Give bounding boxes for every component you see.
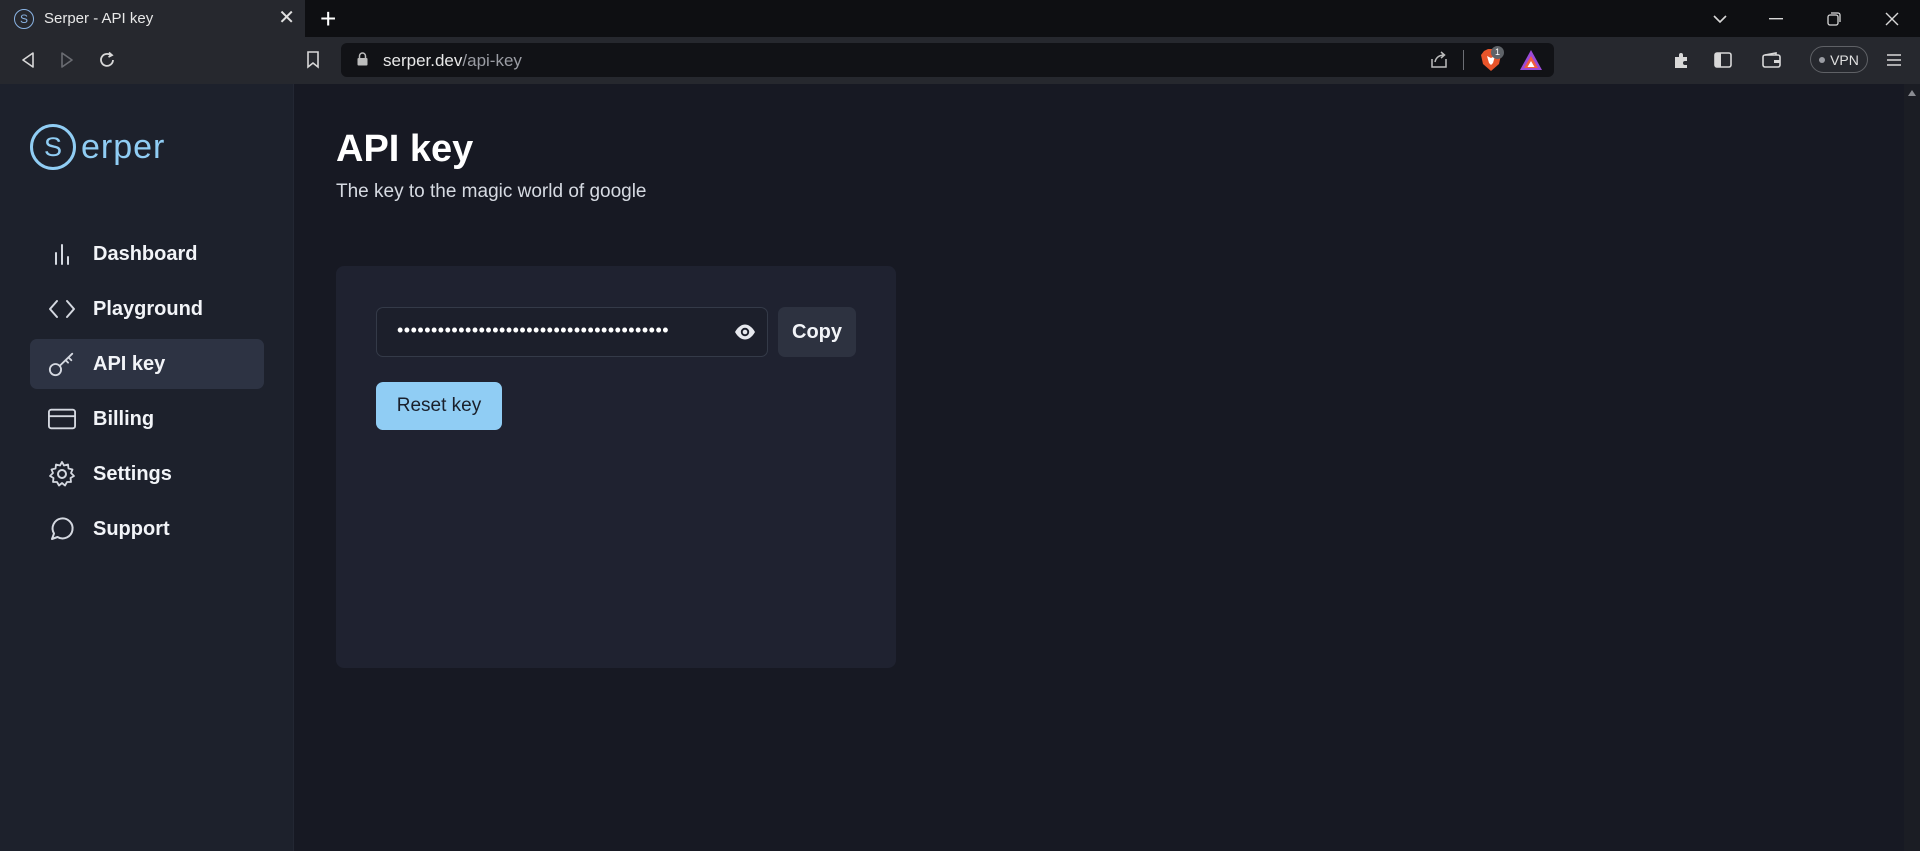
wallet-icon bbox=[1762, 52, 1781, 68]
scroll-up-arrow-icon[interactable] bbox=[1908, 90, 1916, 96]
eye-icon[interactable] bbox=[734, 323, 756, 341]
logo-text: erper bbox=[81, 127, 166, 166]
tab-search-button[interactable] bbox=[1692, 0, 1748, 37]
restore-icon bbox=[1827, 11, 1841, 26]
new-tab-button[interactable]: + bbox=[320, 3, 336, 35]
gear-icon bbox=[48, 460, 76, 488]
reload-icon bbox=[100, 51, 114, 67]
bookmark-button[interactable] bbox=[300, 47, 326, 73]
sidebar-item-playground[interactable]: Playground bbox=[30, 284, 264, 334]
api-key-field[interactable]: •••••••••••••••••••••••••••••••••••••••• bbox=[376, 307, 768, 357]
address-bar[interactable]: serper.dev/api-key 1 bbox=[341, 43, 1554, 77]
browser-toolbar: serper.dev/api-key 1 VPN bbox=[0, 37, 1920, 84]
page-scrollbar[interactable] bbox=[1904, 84, 1920, 851]
tab-title: Serper - API key bbox=[44, 10, 154, 27]
bookmark-icon bbox=[307, 51, 319, 69]
extensions-button[interactable] bbox=[1670, 48, 1694, 72]
minimize-icon bbox=[1769, 17, 1783, 19]
share-icon[interactable] bbox=[1429, 50, 1449, 70]
forward-button[interactable] bbox=[54, 47, 80, 73]
sidebar-item-label: Support bbox=[93, 517, 170, 540]
copy-button[interactable]: Copy bbox=[778, 307, 856, 357]
close-icon bbox=[1885, 12, 1899, 25]
minimize-button[interactable] bbox=[1748, 0, 1804, 37]
serper-page: S erper Dashboard Playground API key Bil… bbox=[0, 84, 1904, 851]
forward-arrow-icon bbox=[61, 52, 73, 68]
brave-rewards-icon[interactable] bbox=[1519, 49, 1543, 71]
browser-tab-strip: S Serper - API key ✕ + bbox=[0, 0, 1920, 37]
puzzle-icon bbox=[1675, 53, 1687, 68]
sidebar-item-api-key[interactable]: API key bbox=[30, 339, 264, 389]
sidebar-item-label: Billing bbox=[93, 407, 155, 430]
sidebar-item-label: API key bbox=[93, 352, 166, 375]
vpn-status-dot bbox=[1819, 56, 1826, 63]
tab-close-icon[interactable]: ✕ bbox=[278, 8, 295, 28]
sidebar-item-label: Playground bbox=[93, 297, 204, 320]
hamburger-menu-icon bbox=[1887, 54, 1901, 66]
code-icon bbox=[48, 295, 76, 323]
api-key-card: ••••••••••••••••••••••••••••••••••••••••… bbox=[336, 266, 896, 668]
sidebar-item-label: Dashboard bbox=[93, 242, 198, 265]
sidebar-nav: Dashboard Playground API key Billing Set… bbox=[30, 229, 264, 559]
lock-icon[interactable] bbox=[357, 52, 368, 66]
url-text[interactable]: serper.dev/api-key bbox=[383, 51, 522, 71]
page-subtitle: The key to the magic world of google bbox=[336, 181, 647, 202]
serper-logo-mark-icon: S bbox=[30, 124, 76, 170]
address-bar-divider bbox=[1463, 50, 1464, 70]
sidebar-panel-icon bbox=[1714, 52, 1732, 68]
sidebar-toggle-button[interactable] bbox=[1711, 48, 1735, 72]
browser-tab[interactable]: S Serper - API key ✕ bbox=[0, 0, 305, 37]
sidebar: S erper Dashboard Playground API key Bil… bbox=[0, 84, 294, 851]
chat-bubble-icon bbox=[48, 515, 76, 543]
serper-favicon-icon: S bbox=[14, 8, 34, 29]
sidebar-item-billing[interactable]: Billing bbox=[30, 394, 264, 444]
key-icon bbox=[48, 350, 76, 378]
restore-button[interactable] bbox=[1806, 0, 1862, 37]
reload-button[interactable] bbox=[94, 47, 120, 73]
serper-logo[interactable]: S erper bbox=[29, 123, 165, 171]
sidebar-item-label: Settings bbox=[93, 462, 172, 485]
browser-menu-button[interactable] bbox=[1882, 48, 1906, 72]
url-path: /api-key bbox=[462, 51, 522, 70]
shields-count-badge: 1 bbox=[1491, 46, 1505, 59]
sidebar-item-settings[interactable]: Settings bbox=[30, 449, 264, 499]
reset-key-button[interactable]: Reset key bbox=[376, 382, 502, 430]
credit-card-icon bbox=[48, 405, 76, 433]
url-host: serper.dev bbox=[383, 51, 463, 70]
vpn-label: VPN bbox=[1830, 51, 1859, 68]
page-title: API key bbox=[336, 128, 474, 170]
window-close-button[interactable] bbox=[1864, 0, 1920, 37]
chevron-down-icon bbox=[1713, 14, 1727, 23]
bar-chart-icon bbox=[48, 240, 76, 268]
sidebar-item-support[interactable]: Support bbox=[30, 504, 264, 554]
back-button[interactable] bbox=[15, 47, 41, 73]
svg-text:S: S bbox=[44, 132, 62, 162]
wallet-button[interactable] bbox=[1760, 48, 1784, 72]
api-key-masked-value[interactable]: •••••••••••••••••••••••••••••••••••••••• bbox=[397, 320, 719, 341]
back-arrow-icon bbox=[22, 52, 34, 68]
vpn-button[interactable]: VPN bbox=[1810, 46, 1868, 73]
sidebar-item-dashboard[interactable]: Dashboard bbox=[30, 229, 264, 279]
